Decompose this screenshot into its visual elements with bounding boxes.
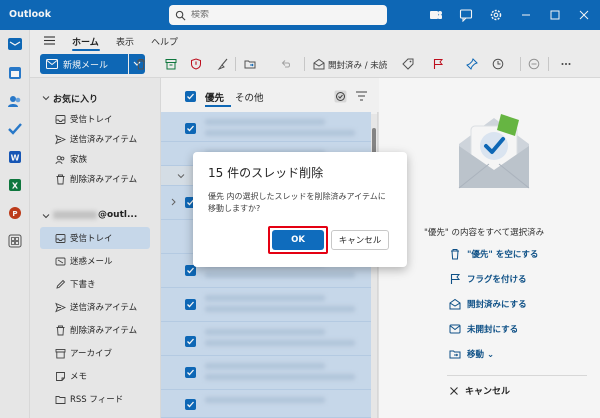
delete-confirm-dialog: 15 件のスレッド削除 優先 内の選択したスレッドを削除済みアイテムに移動します… [193,152,407,267]
ok-button[interactable]: OK [272,230,324,250]
dialog-title: 15 件のスレッド削除 [208,166,324,180]
dialog-message: 優先 内の選択したスレッドを削除済みアイテムに移動しますか? [208,192,386,213]
cancel-button[interactable]: キャンセル [331,230,389,250]
